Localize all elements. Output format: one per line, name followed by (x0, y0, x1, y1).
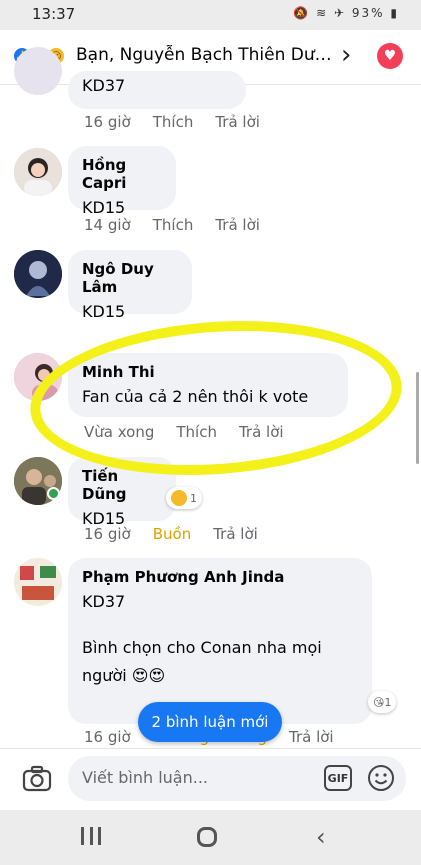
reaction-count: 1 (384, 695, 392, 709)
status-time: 13:37 (32, 5, 76, 23)
avatar-image (14, 148, 62, 196)
love-react-button[interactable]: ♥ (377, 43, 403, 69)
comment-bubble[interactable]: KD37 (68, 71, 246, 109)
status-symbols: 🔕 ≋ ✈ (293, 6, 347, 20)
status-icons: 🔕 ≋ ✈ 93% ▮ (293, 6, 399, 20)
comment-author[interactable]: Ngô Duy Lâm (82, 260, 178, 296)
comment-bubble[interactable]: Phạm Phương Anh Jinda KD37 Bình chọn cho… (68, 558, 372, 724)
care-reaction-icon: 😘 (373, 695, 385, 709)
avatar-image (14, 558, 62, 606)
comment-actions: 16 giờ Buồn Trả lời (84, 525, 280, 543)
reaction-count: 1 (190, 491, 197, 505)
gif-icon[interactable]: GIF (324, 765, 352, 791)
chevron-right-icon[interactable]: › (341, 40, 351, 70)
reply-link[interactable]: Trả lời (213, 525, 258, 543)
battery-text: 93% (351, 6, 385, 20)
avatar[interactable] (14, 148, 62, 196)
status-bar: 13:37 🔕 ≋ ✈ 93% ▮ (0, 0, 421, 30)
home-icon[interactable] (197, 827, 217, 847)
comment-text: KD15 (82, 302, 126, 321)
online-status-icon (47, 487, 60, 500)
reply-link[interactable]: Trả lời (215, 216, 260, 234)
reaction-badge[interactable]: 😘 1 (368, 691, 397, 713)
comment-time: 16 giờ (84, 113, 131, 131)
camera-icon[interactable] (22, 764, 52, 794)
reply-link[interactable]: Trả lời (289, 728, 334, 746)
comment-composer: Viết bình luận... GIF (0, 748, 421, 810)
like-link[interactable]: Thích (153, 113, 194, 131)
sad-reaction-link[interactable]: Buồn (153, 525, 191, 543)
comment-text-line2: Bình chọn cho Conan nha mọi người 😍😍 (82, 638, 322, 685)
comment-text: KD37 (82, 76, 126, 95)
comment-time: 16 giờ (84, 525, 131, 543)
comment-bubble[interactable]: Ngô Duy Lâm KD15 (68, 250, 192, 321)
comment-bubble[interactable]: Hồng Capri KD15 (68, 146, 176, 217)
battery-icon: ▮ (390, 6, 399, 20)
avatar-image (14, 250, 62, 298)
recent-apps-icon[interactable] (81, 827, 101, 847)
comment-placeholder: Viết bình luận... (82, 768, 208, 787)
back-icon[interactable]: ‹ (316, 823, 326, 851)
like-link[interactable]: Thích (153, 216, 194, 234)
comment-time: 14 giờ (84, 216, 131, 234)
sad-reaction-icon (171, 490, 187, 506)
avatar[interactable] (14, 47, 62, 95)
comment-actions: 16 giờ Thích Trả lời (84, 113, 282, 131)
scrollbar[interactable] (416, 372, 419, 464)
new-comments-button[interactable]: 2 bình luận mới (138, 702, 282, 742)
avatar[interactable] (14, 558, 62, 606)
reaction-badge[interactable]: 1 (166, 487, 202, 509)
reply-link[interactable]: Trả lời (215, 113, 260, 131)
comment-text: KD37 (82, 592, 126, 611)
system-navigation-bar: ‹ (0, 810, 421, 865)
comment-time: 16 giờ (84, 728, 131, 746)
comment-input[interactable]: Viết bình luận... GIF (68, 756, 406, 801)
comment-author[interactable]: Phạm Phương Anh Jinda (82, 568, 358, 586)
sticker-icon[interactable] (367, 764, 395, 792)
reaction-names[interactable]: Bạn, Nguyễn Bạch Thiên Dươ... (76, 45, 334, 65)
heart-icon: ♥ (383, 48, 397, 64)
comment-author[interactable]: Hồng Capri (82, 156, 162, 192)
avatar[interactable] (14, 250, 62, 298)
comment-actions: 14 giờ Thích Trả lời (84, 216, 282, 234)
